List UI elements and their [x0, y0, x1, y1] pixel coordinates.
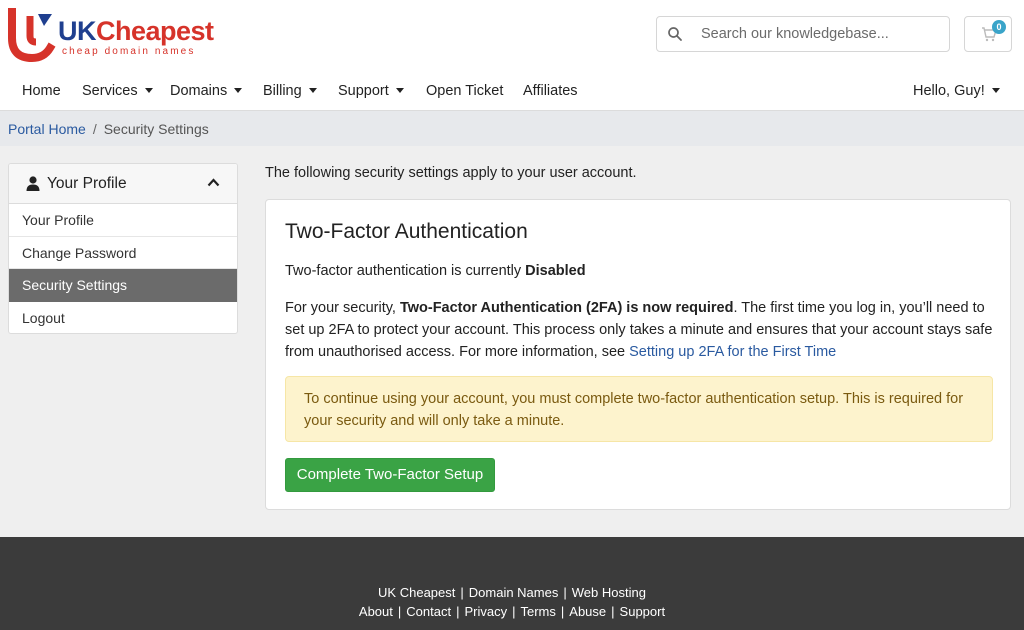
nav-services-label: Services: [82, 83, 138, 99]
uk-logo-mark-icon: [8, 8, 56, 62]
setup-2fa-help-link[interactable]: Setting up 2FA for the First Time: [629, 344, 836, 360]
para-bold: Two-Factor Authentication (2FA) is now r…: [399, 300, 734, 316]
caret-down-icon: [234, 88, 243, 93]
brand-name: UKCheapest: [58, 16, 214, 47]
sidebar-title: Your Profile: [47, 175, 127, 192]
two-factor-description: For your security, Two-Factor Authentica…: [285, 297, 997, 363]
nav-home-label: Home: [22, 83, 61, 99]
user-greeting: Hello, Guy!: [913, 83, 985, 99]
footer-separator: |: [397, 604, 402, 619]
status-prefix: Two-factor authentication is currently: [285, 263, 526, 279]
footer-links-primary: UK Cheapest | Domain Names | Web Hosting: [0, 585, 1024, 600]
sidebar-item-logout[interactable]: Logout: [9, 302, 237, 334]
cart-button[interactable]: 0: [964, 16, 1012, 52]
sidebar-item-change-password[interactable]: Change Password: [9, 237, 237, 269]
card-title: Two-Factor Authentication: [285, 220, 528, 243]
footer-link-support[interactable]: Support: [620, 604, 666, 619]
sidebar-item-security-settings[interactable]: Security Settings: [9, 269, 237, 302]
footer-separator: |: [456, 604, 460, 619]
nav-services[interactable]: Services: [82, 83, 153, 99]
footer-separator: |: [560, 604, 565, 619]
knowledgebase-search: [656, 16, 950, 52]
nav-billing[interactable]: Billing: [263, 83, 317, 99]
user-menu[interactable]: Hello, Guy!: [913, 83, 1000, 99]
nav-open-ticket[interactable]: Open Ticket: [426, 83, 503, 99]
status-value: Disabled: [525, 263, 586, 279]
user-icon: [26, 176, 40, 191]
header: UKCheapest cheap domain names 0 Home Ser…: [0, 0, 1024, 110]
profile-sidebar: Your Profile Your Profile Change Passwor…: [8, 163, 238, 334]
brand-tagline: cheap domain names: [62, 46, 196, 57]
breadcrumb-current: Security Settings: [103, 121, 209, 137]
sidebar-item-your-profile[interactable]: Your Profile: [9, 204, 237, 237]
caret-down-icon: [144, 88, 153, 93]
complete-two-factor-setup-button[interactable]: Complete Two-Factor Setup: [285, 458, 495, 492]
footer-separator: |: [563, 585, 567, 600]
nav-home[interactable]: Home: [22, 83, 61, 99]
caret-down-icon: [395, 88, 404, 93]
brand-name-cheapest: Cheapest: [96, 16, 214, 46]
footer-link-web-hosting[interactable]: Web Hosting: [572, 585, 646, 600]
nav-domains-label: Domains: [170, 83, 228, 99]
nav-billing-label: Billing: [263, 83, 302, 99]
search-input[interactable]: [701, 23, 941, 45]
footer: UK Cheapest | Domain Names | Web Hosting Abo…: [0, 537, 1024, 630]
nav-support-label: Support: [338, 83, 389, 99]
brand-name-uk: UK: [58, 16, 97, 46]
nav-affiliates[interactable]: Affiliates: [523, 83, 578, 99]
two-factor-status: Two-factor authentication is currently D…: [285, 263, 586, 279]
caret-down-icon: [308, 88, 317, 93]
footer-link-terms[interactable]: Terms: [521, 604, 556, 619]
footer-link-uk-cheapest[interactable]: UK Cheapest: [378, 585, 455, 600]
nav-support[interactable]: Support: [338, 83, 404, 99]
brand-logo[interactable]: UKCheapest cheap domain names: [8, 8, 214, 64]
footer-separator: |: [512, 604, 516, 619]
footer-separator: |: [460, 585, 464, 600]
warning-alert: To continue using your account, you must…: [285, 376, 993, 442]
footer-link-about[interactable]: About: [359, 604, 393, 619]
caret-down-icon: [991, 88, 1000, 93]
footer-link-abuse[interactable]: Abuse: [569, 604, 606, 619]
breadcrumb-portal-home[interactable]: Portal Home: [8, 121, 86, 137]
footer-separator: |: [611, 604, 615, 619]
page-intro: The following security settings apply to…: [265, 165, 637, 181]
footer-link-domain-names[interactable]: Domain Names: [469, 585, 559, 600]
nav-domains[interactable]: Domains: [170, 83, 243, 99]
breadcrumb: Portal Home / Security Settings: [8, 121, 209, 137]
nav-open-ticket-label: Open Ticket: [426, 83, 504, 99]
sidebar-header[interactable]: Your Profile: [9, 164, 237, 204]
para-prefix: For your security,: [285, 300, 400, 316]
nav-affiliates-label: Affiliates: [523, 83, 578, 99]
two-factor-card: Two-Factor Authentication Two-factor aut…: [265, 199, 1011, 510]
main-nav: Home Services Domains Billing Support Op…: [0, 72, 1024, 110]
chevron-up-icon[interactable]: [207, 178, 220, 187]
search-icon[interactable]: [667, 26, 683, 42]
breadcrumb-separator: /: [92, 121, 97, 137]
cart-count-badge: 0: [992, 20, 1006, 34]
footer-links-secondary: About | Contact | Privacy | Terms | Abuse | Suppor…: [0, 604, 1024, 619]
footer-link-contact[interactable]: Contact: [406, 604, 451, 619]
breadcrumb-bar: Portal Home / Security Settings: [0, 110, 1024, 146]
footer-link-privacy[interactable]: Privacy: [464, 604, 507, 619]
